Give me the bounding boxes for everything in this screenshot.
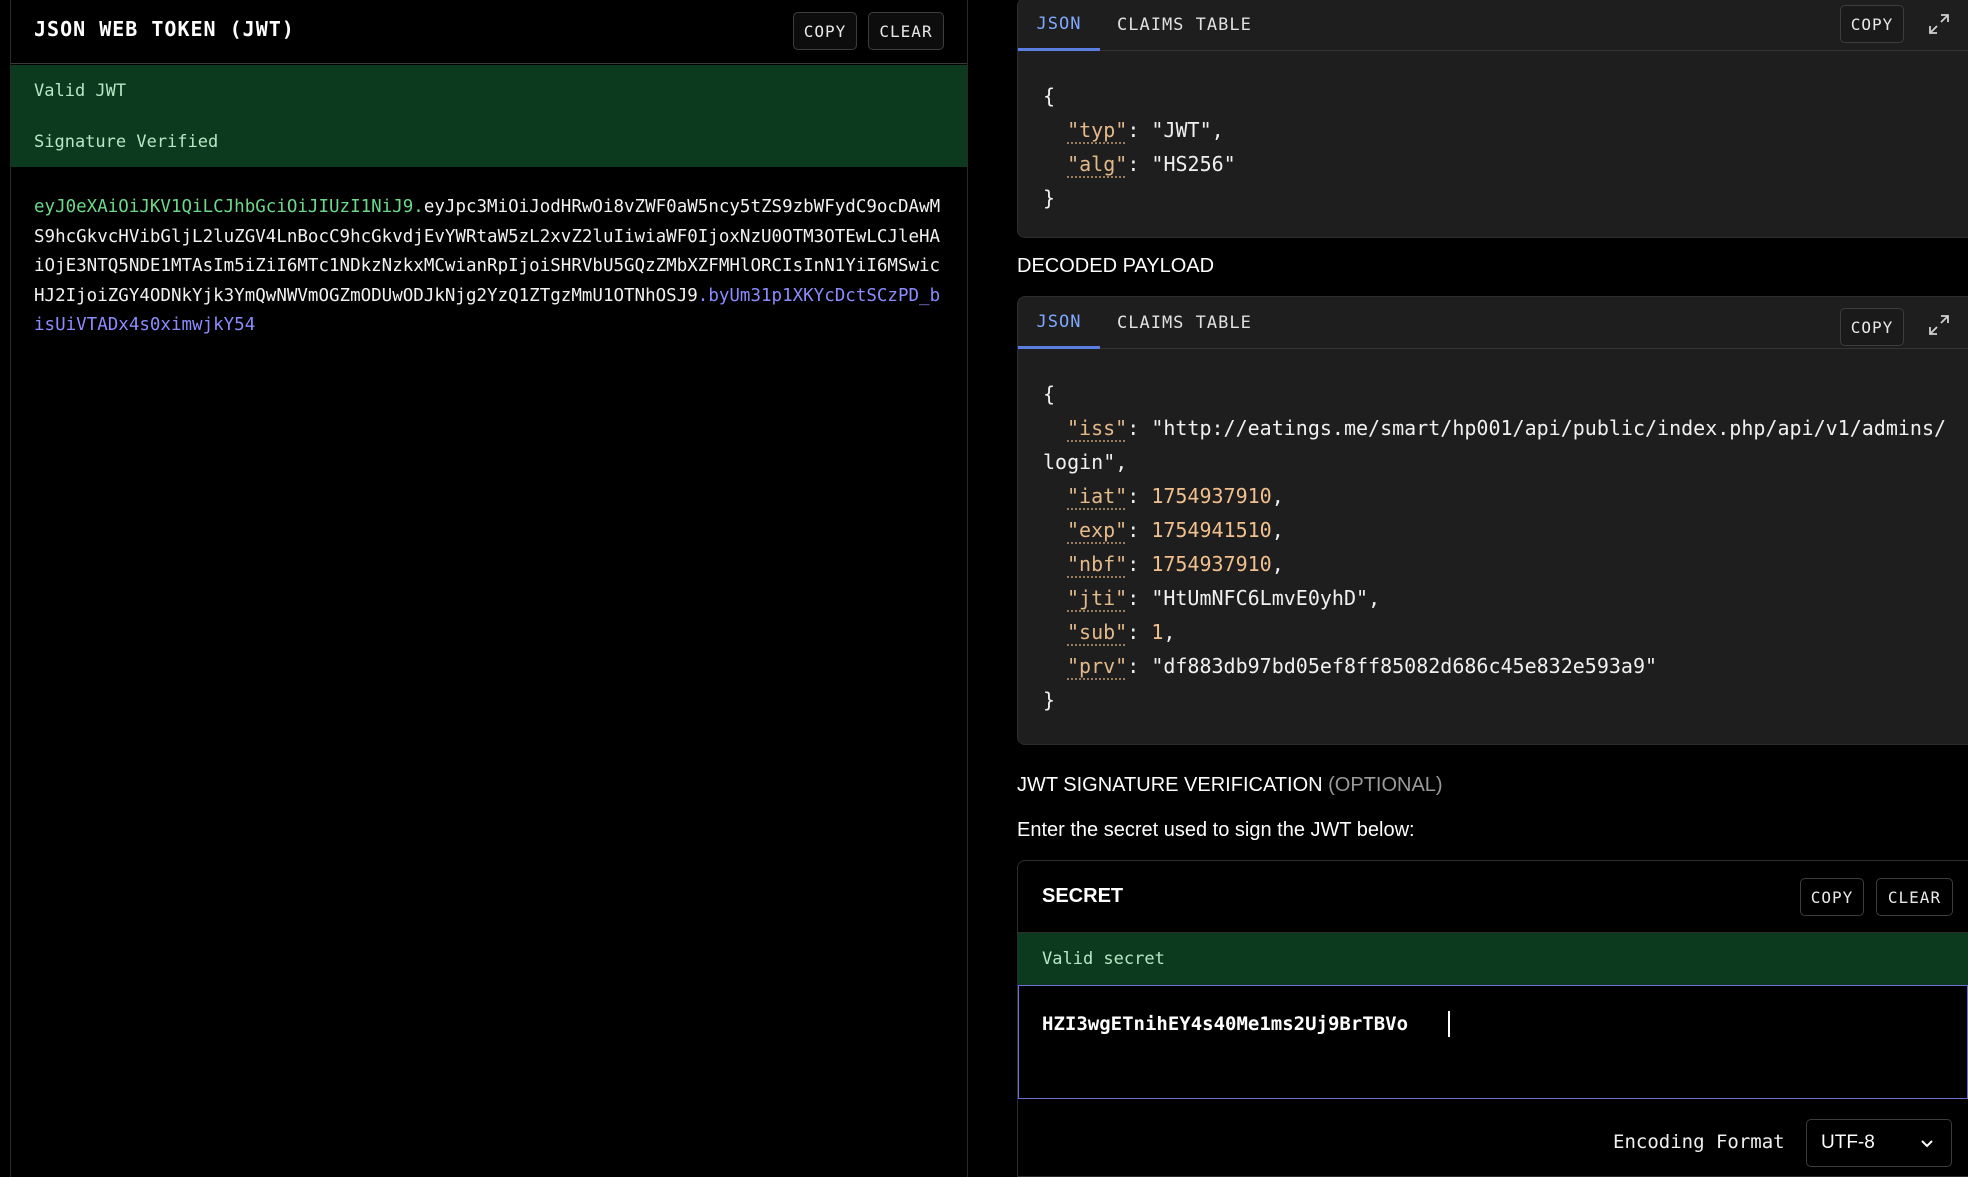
copy-secret-button[interactable]: COPY (1800, 878, 1864, 916)
tab-header-json[interactable]: JSON (1018, 0, 1100, 51)
copy-header-button[interactable]: COPY (1840, 5, 1904, 43)
encoding-format-value: UTF-8 (1821, 1132, 1875, 1153)
json-value-sub: 1 (1151, 620, 1164, 644)
header-json-view: { "typ": "JWT", "alg": "HS256" } (1043, 84, 1236, 210)
signature-verification-title: JWT SIGNATURE VERIFICATION (OPTIONAL) (1017, 774, 1443, 797)
json-value-exp: 1754941510 (1151, 518, 1272, 542)
text-caret (1448, 1011, 1450, 1037)
json-value-iss: "http://eatings.me/smart/hp001/api/publi… (1043, 416, 1947, 474)
expand-icon[interactable] (1926, 11, 1952, 37)
header-tabs: JSON CLAIMS TABLE COPY (1018, 0, 1968, 51)
token-header-segment: eyJ0eXAiOiJKV1QiLCJhbGciOiJIUzI1NiJ9 (34, 197, 414, 217)
json-key-prv: "prv" (1067, 654, 1128, 678)
jwt-panel-header: JSON WEB TOKEN (JWT) COPY CLEAR (11, 0, 967, 64)
tab-header-claims-table[interactable]: CLAIMS TABLE (1117, 0, 1252, 51)
jwt-panel-title: JSON WEB TOKEN (JWT) (34, 17, 295, 41)
json-line-exp: "exp": 1754941510, (1067, 518, 1284, 542)
secret-card: SECRET COPY CLEAR Valid secret HZI3wgETn… (1017, 860, 1968, 1177)
copy-token-button[interactable]: COPY (793, 12, 857, 50)
chevron-down-icon (1919, 1135, 1935, 1157)
decoded-payload-card: JSON CLAIMS TABLE COPY { "iss": "http://… (1017, 296, 1968, 745)
json-brace: { (1043, 382, 1056, 406)
clear-secret-button[interactable]: CLEAR (1876, 878, 1953, 916)
jwt-token-input[interactable]: eyJ0eXAiOiJKV1QiLCJhbGciOiJIUzI1NiJ9.eyJ… (34, 193, 949, 341)
valid-jwt-status: Valid JWT (34, 81, 127, 101)
signature-verified-status: Signature Verified (34, 132, 219, 152)
json-line-sub: "sub": 1, (1067, 620, 1176, 644)
payload-json-view: { "iss": "http://eatings.me/smart/hp001/… (1043, 377, 1948, 717)
secret-label: SECRET (1042, 885, 1124, 907)
token-dot: . (413, 197, 424, 217)
encoding-format-label: Encoding Format (1613, 1131, 1785, 1153)
tab-payload-json[interactable]: JSON (1018, 297, 1100, 349)
json-line-nbf: "nbf": 1754937910, (1067, 552, 1284, 576)
json-brace: } (1043, 688, 1056, 712)
decoded-payload-title: DECODED PAYLOAD (1017, 255, 1215, 277)
json-value-alg: "HS256" (1151, 152, 1236, 176)
json-line-jti: "jti": "HtUmNFC6LmvE0yhD", (1067, 586, 1381, 610)
json-value-jti: "HtUmNFC6LmvE0yhD" (1151, 586, 1369, 610)
json-value-prv: "df883db97bd05ef8ff85082d686c45e832e593a… (1151, 654, 1658, 678)
secret-status-box: Valid secret (1018, 933, 1968, 985)
json-key-iss: "iss" (1067, 416, 1128, 440)
optional-label: (OPTIONAL) (1328, 774, 1443, 796)
json-brace: } (1043, 186, 1056, 210)
valid-secret-status: Valid secret (1042, 949, 1165, 969)
payload-tabs: JSON CLAIMS TABLE COPY (1018, 297, 1968, 349)
secret-instructions: Enter the secret used to sign the JWT be… (1017, 819, 1415, 841)
json-key-exp: "exp" (1067, 518, 1128, 542)
jwt-encoded-panel: JSON WEB TOKEN (JWT) COPY CLEAR Valid JW… (10, 0, 968, 1177)
jwt-status-box: Valid JWT Signature Verified (11, 65, 967, 167)
json-value-typ: "JWT" (1151, 118, 1212, 142)
clear-token-button[interactable]: CLEAR (868, 12, 944, 50)
json-line-prv: "prv": "df883db97bd05ef8ff85082d686c45e8… (1067, 654, 1658, 678)
json-value-nbf: 1754937910 (1151, 552, 1272, 576)
json-key-nbf: "nbf" (1067, 552, 1128, 576)
secret-input[interactable]: HZI3wgETnihEY4s40Me1ms2Uj9BrTBVo (1018, 985, 1968, 1099)
json-key-iat: "iat" (1067, 484, 1128, 508)
verification-title-text: JWT SIGNATURE VERIFICATION (1017, 774, 1323, 796)
token-dot: . (697, 285, 709, 306)
json-key-sub: "sub" (1067, 620, 1128, 644)
json-key-typ: "typ" (1067, 118, 1128, 142)
json-brace: { (1043, 84, 1056, 108)
secret-value: HZI3wgETnihEY4s40Me1ms2Uj9BrTBVo (1042, 1013, 1409, 1035)
json-key-alg: "alg" (1067, 152, 1128, 176)
json-key-jti: "jti" (1067, 586, 1128, 610)
json-value-iat: 1754937910 (1151, 484, 1272, 508)
copy-payload-button[interactable]: COPY (1840, 308, 1904, 346)
json-line-iss: "iss": "http://eatings.me/smart/hp001/ap… (1043, 416, 1947, 474)
decoded-header-card: JSON CLAIMS TABLE COPY { "typ": "JWT", "… (1017, 0, 1968, 238)
secret-header: SECRET COPY CLEAR (1018, 861, 1968, 933)
json-line-iat: "iat": 1754937910, (1067, 484, 1284, 508)
encoding-format-select[interactable]: UTF-8 (1806, 1119, 1952, 1167)
tab-payload-claims-table[interactable]: CLAIMS TABLE (1117, 297, 1252, 349)
expand-icon[interactable] (1926, 312, 1952, 338)
